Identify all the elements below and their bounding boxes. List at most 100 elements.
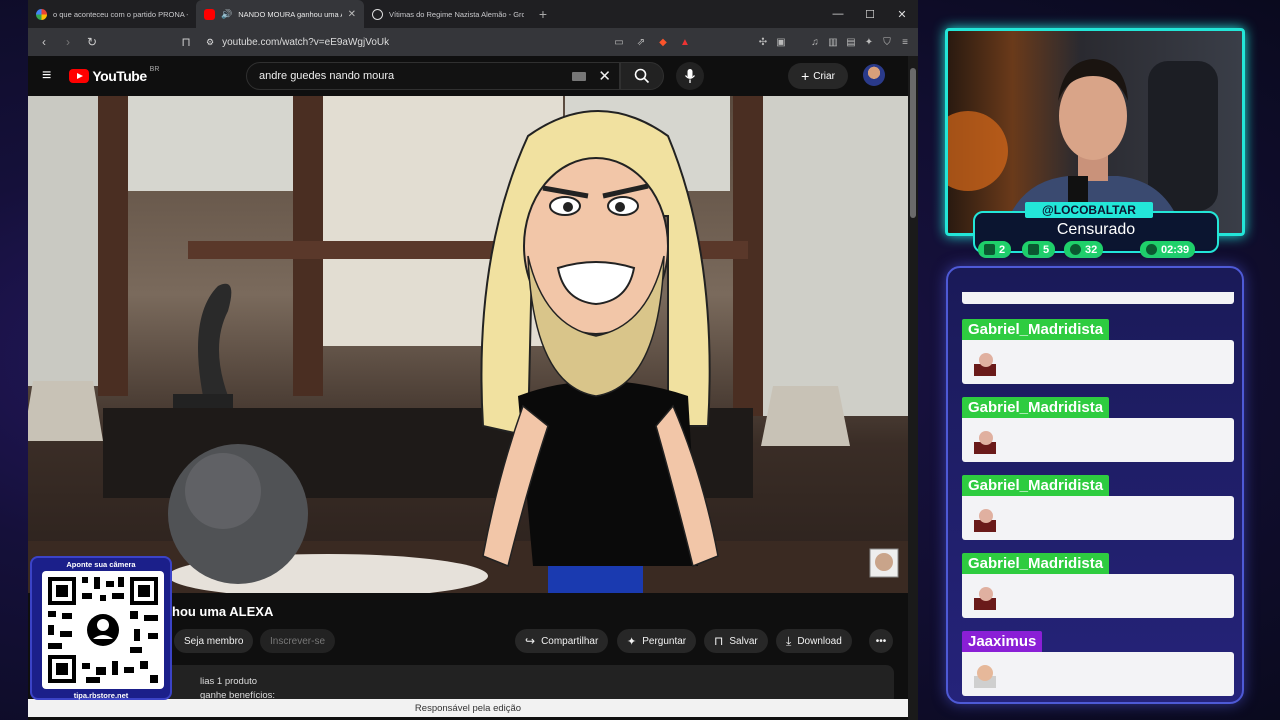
tab-title: Vítimas do Regime Nazista Alemão - Grok	[389, 9, 524, 19]
share-icon[interactable]: ⇗	[634, 35, 648, 49]
download-button[interactable]: ⤓ Download	[776, 629, 852, 653]
chat-message: Gabriel_Madridista	[962, 397, 1234, 462]
qr-top-label: Aponte sua câmera	[66, 560, 136, 569]
screenshot-icon[interactable]: ▣	[774, 35, 788, 49]
scrollbar[interactable]	[908, 56, 918, 720]
chat-message: Gabriel_Madridista	[962, 553, 1234, 618]
url-text: youtube.com/watch?v=eE9aWgjVoUk	[222, 36, 390, 48]
keyboard-icon[interactable]	[572, 71, 587, 81]
youtube-play-icon	[69, 69, 90, 83]
share-button[interactable]: ↪ Compartilhar	[515, 629, 609, 653]
minimize-icon[interactable]: —	[822, 0, 854, 28]
speaker-icon[interactable]: 🔊	[221, 9, 232, 20]
qr-code-image	[48, 577, 158, 683]
download-icon: ⤓	[786, 633, 792, 648]
window-controls: — ☐ ✕	[822, 0, 918, 28]
tab-bar: o que aconteceu com o partido PRONA - Pe…	[28, 0, 918, 28]
emote-icon	[974, 665, 996, 688]
search-input[interactable]: andre guedes nando moura ✕	[246, 62, 620, 90]
youtube-count: 5	[1043, 243, 1050, 256]
site-info-icon[interactable]: ⚙	[206, 37, 214, 48]
sparkle-icon: ✦	[627, 635, 637, 648]
chat-message-body	[962, 496, 1234, 540]
stream-status: Censurado	[1056, 221, 1136, 238]
youtube-icon	[1028, 244, 1039, 255]
chat-message: Gabriel_Madridista	[962, 475, 1234, 540]
timer: 02:39	[1161, 243, 1190, 256]
tab-3[interactable]: Vítimas do Regime Nazista Alemão - Grok	[364, 0, 532, 28]
chat-message: Gabriel_Madridista	[962, 319, 1234, 384]
join-label: Seja membro	[184, 635, 244, 647]
emote-icon	[974, 353, 996, 376]
share-icon: ↪	[525, 634, 536, 648]
emote-icon	[974, 509, 996, 532]
vpn-icon[interactable]: ⛉	[880, 35, 894, 49]
chat-message-remnant	[962, 292, 1234, 304]
wallet-icon[interactable]: ▤	[844, 35, 858, 49]
youtube-wordmark: YouTube	[92, 68, 147, 84]
back-icon[interactable]: ‹	[34, 32, 54, 52]
chat-count-badge: 2	[978, 241, 1012, 258]
create-label: Criar	[813, 70, 835, 82]
emote-icon	[974, 587, 996, 610]
youtube-logo[interactable]: YouTube BR	[69, 66, 160, 84]
download-label: Download	[797, 635, 842, 647]
hamburger-menu-icon[interactable]: ≡	[42, 67, 51, 85]
ask-label: Perguntar	[642, 635, 687, 647]
more-actions-button[interactable]: •••	[869, 629, 893, 653]
close-tab-icon[interactable]: ✕	[348, 9, 356, 20]
sidebar-icon[interactable]: ▥	[826, 35, 840, 49]
status-bar: Responsável pela edição	[28, 699, 908, 717]
tab-title: NANDO MOURA ganhou uma ALEXA	[238, 9, 341, 19]
voice-search-button[interactable]	[676, 62, 704, 90]
clear-search-icon[interactable]: ✕	[598, 67, 611, 85]
qr-overlay: Aponte sua câmera tipa.rbstore.net	[30, 556, 172, 700]
viewers-count: 32	[1085, 243, 1098, 256]
scrollbar-thumb[interactable]	[910, 68, 916, 218]
chat-message-body	[962, 574, 1234, 618]
music-icon[interactable]: ♫	[808, 35, 822, 49]
chat-username: Gabriel_Madridista	[962, 397, 1110, 418]
save-button[interactable]: ⊓ Salvar	[704, 629, 768, 653]
subscribe-button[interactable]: Inscrever-se	[260, 629, 336, 653]
youtube-count-badge: 5	[1022, 241, 1056, 258]
loading-favicon-icon	[372, 8, 383, 20]
brave-rewards-icon[interactable]: ▲	[678, 35, 692, 49]
create-button[interactable]: + Criar	[788, 63, 848, 89]
maximize-icon[interactable]: ☐	[854, 0, 886, 28]
tab-2[interactable]: 🔊 NANDO MOURA ganhou uma ALEXA ✕	[196, 0, 364, 28]
leo-ai-icon[interactable]: ✦	[862, 35, 876, 49]
chat-panel: Gabriel_Madridista Gabriel_Madridista Ga…	[946, 266, 1244, 704]
search-button[interactable]	[620, 62, 664, 90]
close-window-icon[interactable]: ✕	[886, 0, 918, 28]
brave-shield-icon[interactable]: ◆	[656, 35, 670, 49]
tab-1[interactable]: o que aconteceu com o partido PRONA - Pe	[28, 0, 196, 28]
chat-message-body	[962, 418, 1234, 462]
chat-icon	[984, 244, 995, 255]
video-title: hou uma ALEXA	[172, 604, 274, 619]
video-player[interactable]	[28, 96, 908, 593]
save-label: Salvar	[729, 635, 758, 647]
subscribe-label: Inscrever-se	[270, 635, 326, 647]
cast-icon[interactable]: ▭	[612, 35, 626, 49]
extensions-icon[interactable]: ✣	[756, 35, 770, 49]
chat-message-body	[962, 340, 1234, 384]
google-favicon-icon	[36, 8, 47, 20]
chat-username: Gabriel_Madridista	[962, 553, 1110, 574]
ask-button[interactable]: ✦ Perguntar	[617, 629, 697, 653]
reload-icon[interactable]: ↻	[82, 32, 102, 52]
chat-username: Gabriel_Madridista	[962, 475, 1110, 496]
forward-icon[interactable]: ›	[58, 32, 78, 52]
country-code: BR	[149, 66, 160, 73]
description-line: lias 1 produto	[200, 676, 258, 687]
chat-message: Jaaximus	[962, 631, 1234, 696]
tab-title: o que aconteceu com o partido PRONA - Pe	[53, 9, 188, 19]
bookmark-icon[interactable]: ⊓	[176, 32, 196, 52]
avatar[interactable]	[863, 64, 885, 86]
browser-toolbar: ‹ › ↻ ⊓ ⚙ youtube.com/watch?v=eE9aWgjVoU…	[28, 28, 918, 56]
join-button[interactable]: Seja membro	[174, 629, 254, 653]
timer-badge: 02:39	[1140, 241, 1196, 258]
menu-icon[interactable]: ≡	[898, 35, 912, 49]
new-tab-icon[interactable]: +	[532, 0, 554, 28]
address-bar[interactable]: ⚙ youtube.com/watch?v=eE9aWgjVoUk ▭ ⇗ ◆ …	[200, 31, 698, 53]
